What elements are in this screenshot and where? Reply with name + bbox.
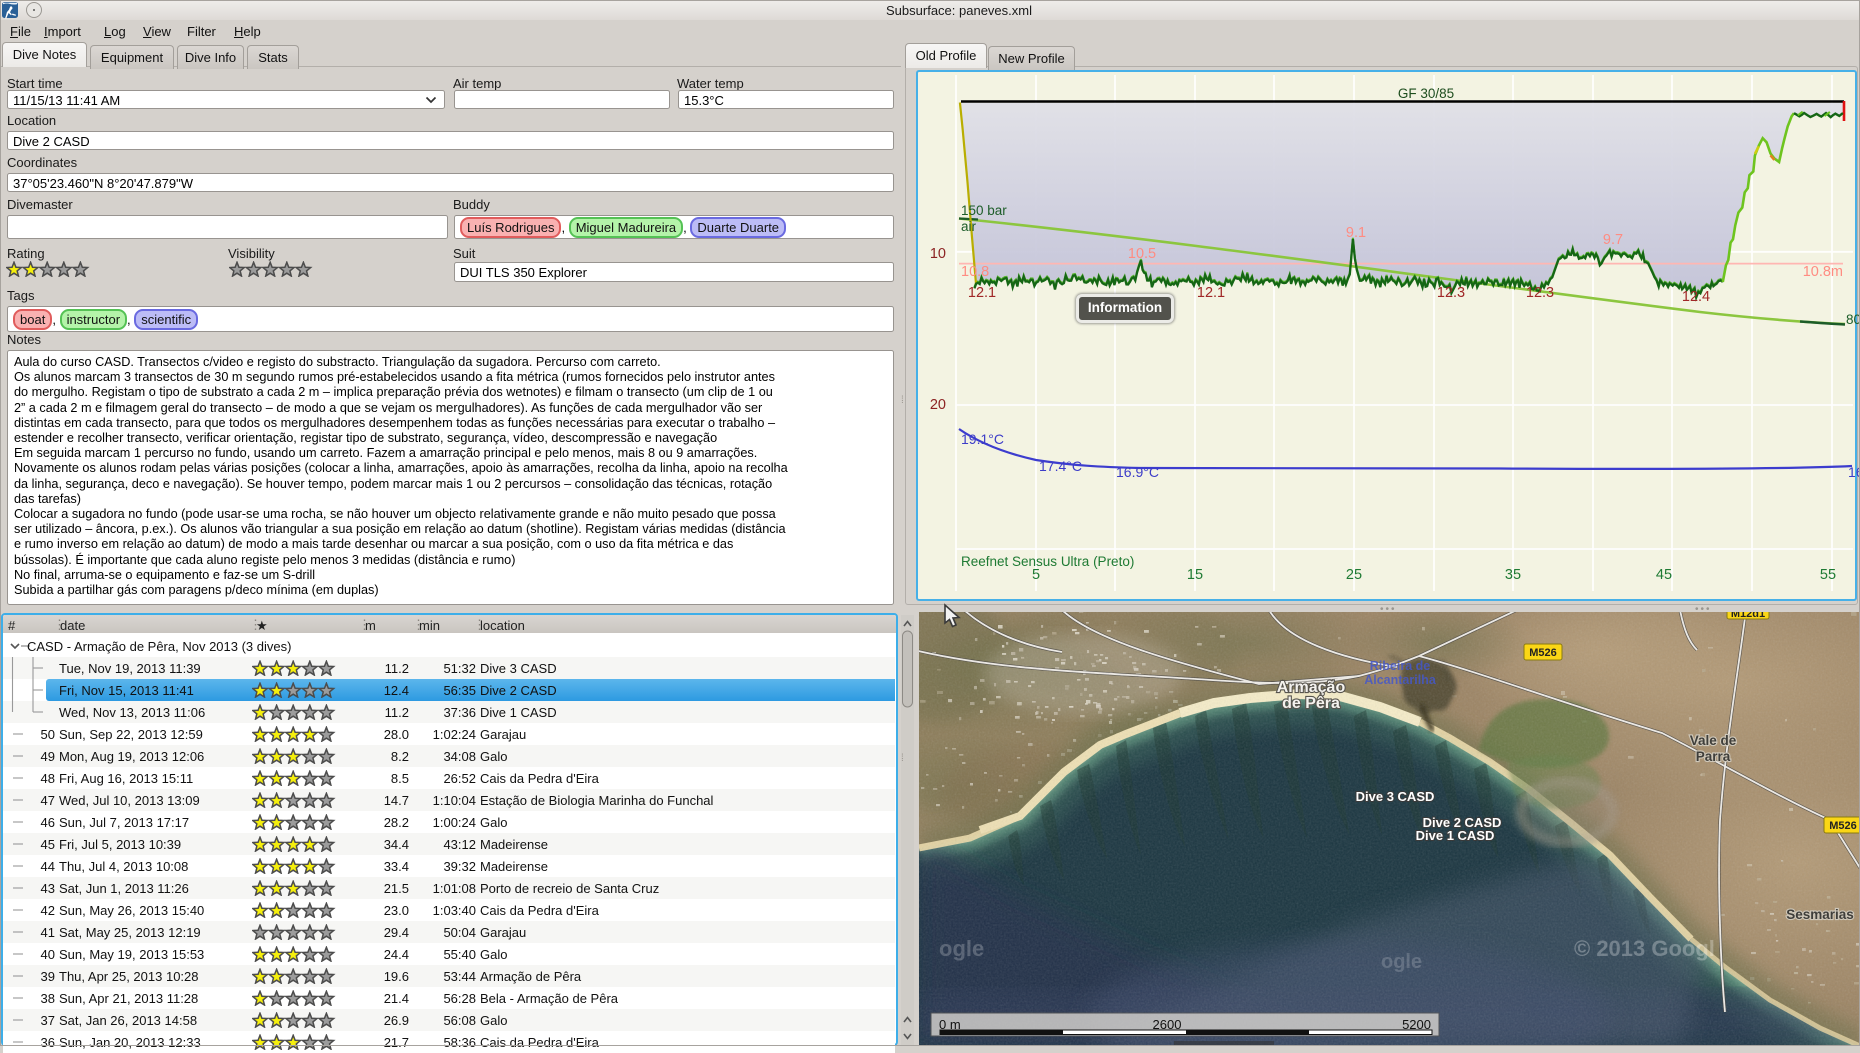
svg-text:10.8: 10.8 — [961, 264, 989, 280]
svg-text:Sesmarias: Sesmarias — [1786, 907, 1854, 922]
svg-text:55: 55 — [1820, 567, 1836, 583]
svg-text:© 2013 Googl: © 2013 Googl — [1574, 936, 1715, 961]
svg-text:Armação: Armação — [1277, 679, 1346, 696]
svg-text:10.8m: 10.8m — [1803, 264, 1843, 280]
svg-text:19.1°C: 19.1°C — [961, 431, 1004, 447]
svg-text:16: 16 — [1848, 464, 1860, 480]
svg-text:10: 10 — [930, 246, 946, 262]
svg-text:GF 30/85: GF 30/85 — [1398, 86, 1454, 101]
svg-text:12.1: 12.1 — [1197, 285, 1225, 301]
svg-text:9.7: 9.7 — [1603, 232, 1623, 248]
svg-text:Parra: Parra — [1696, 749, 1731, 764]
svg-text:16.9°C: 16.9°C — [1116, 464, 1159, 480]
svg-text:Ribeira de: Ribeira de — [1370, 659, 1430, 673]
svg-text:de Pêra: de Pêra — [1282, 695, 1340, 712]
svg-text:25: 25 — [1346, 567, 1362, 583]
svg-text:20: 20 — [930, 397, 946, 413]
svg-text:12.3: 12.3 — [1526, 285, 1554, 301]
svg-text:ogle: ogle — [1381, 951, 1422, 973]
svg-text:M12d1: M12d1 — [1731, 612, 1765, 620]
svg-text:Dive 3 CASD: Dive 3 CASD — [1356, 789, 1435, 804]
svg-text:ogle: ogle — [939, 936, 984, 961]
svg-text:150 bar: 150 bar — [961, 203, 1007, 218]
svg-text:12.4: 12.4 — [1682, 289, 1710, 305]
svg-text:Alcantarilha: Alcantarilha — [1364, 673, 1437, 687]
svg-text:45: 45 — [1656, 567, 1672, 583]
svg-text:12.3: 12.3 — [1437, 285, 1465, 301]
svg-text:M526: M526 — [1529, 647, 1557, 659]
svg-text:M526: M526 — [1829, 820, 1857, 832]
svg-text:9.1: 9.1 — [1346, 225, 1366, 241]
svg-text:10.5: 10.5 — [1128, 246, 1156, 262]
svg-text:Reefnet Sensus Ultra (Preto): Reefnet Sensus Ultra (Preto) — [961, 554, 1134, 569]
svg-text:17.4°C: 17.4°C — [1039, 458, 1082, 474]
svg-text:5: 5 — [1032, 567, 1040, 583]
svg-text:air: air — [961, 219, 977, 234]
svg-text:Vale de: Vale de — [1690, 733, 1737, 748]
svg-text:80 b: 80 b — [1846, 312, 1860, 327]
svg-text:12.1: 12.1 — [968, 285, 996, 301]
svg-text:35: 35 — [1505, 567, 1521, 583]
svg-text:Dive 1 CASD: Dive 1 CASD — [1416, 828, 1495, 843]
svg-text:15: 15 — [1187, 567, 1203, 583]
